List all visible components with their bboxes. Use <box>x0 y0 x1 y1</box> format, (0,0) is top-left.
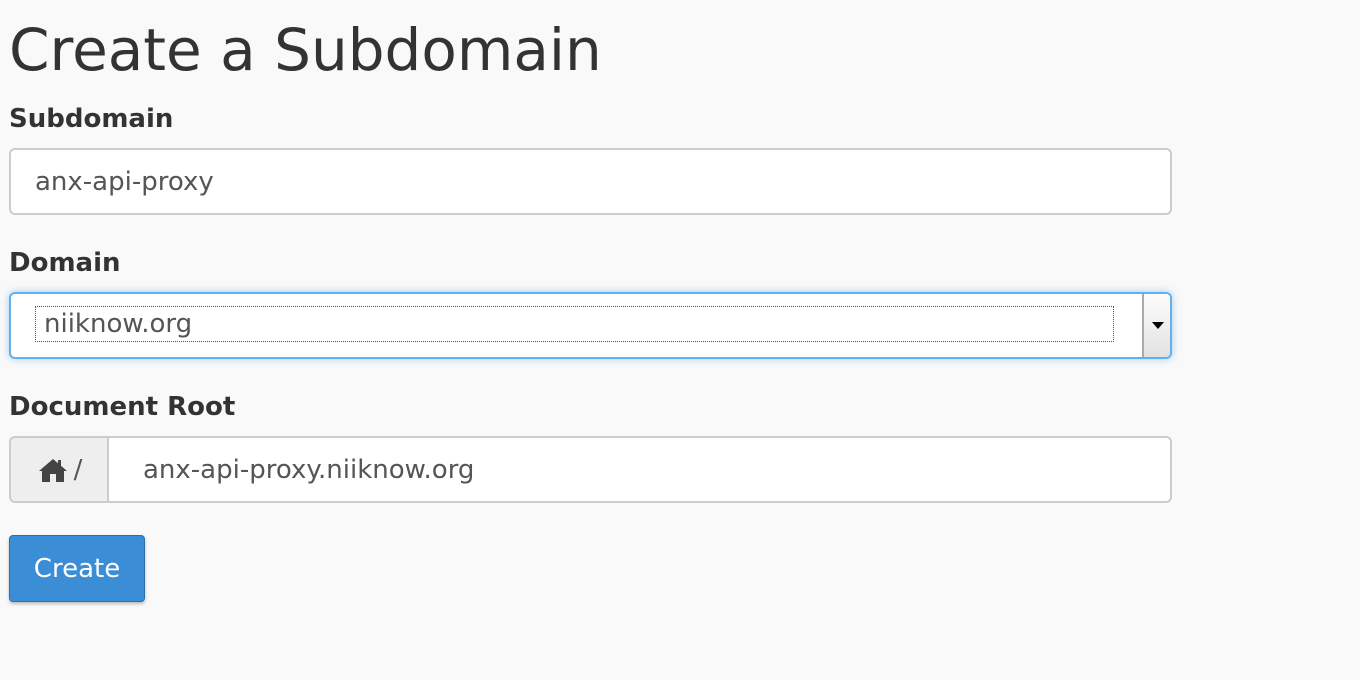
document-root-label: Document Root <box>9 392 236 422</box>
domain-label: Domain <box>9 248 121 278</box>
domain-select-value: niiknow.org <box>35 306 1114 342</box>
home-icon <box>38 457 68 483</box>
document-root-prefix: / <box>9 436 109 503</box>
caret-down-icon <box>1152 322 1164 329</box>
subdomain-label: Subdomain <box>9 104 174 134</box>
domain-select-toggle[interactable] <box>1142 294 1170 357</box>
document-root-prefix-slash: / <box>73 454 83 485</box>
subdomain-input[interactable] <box>9 148 1172 215</box>
document-root-input[interactable] <box>107 436 1172 503</box>
document-root-group: / <box>9 436 1172 503</box>
create-button[interactable]: Create <box>9 535 145 602</box>
page-title: Create a Subdomain <box>9 16 602 84</box>
domain-select[interactable]: niiknow.org <box>9 292 1172 359</box>
